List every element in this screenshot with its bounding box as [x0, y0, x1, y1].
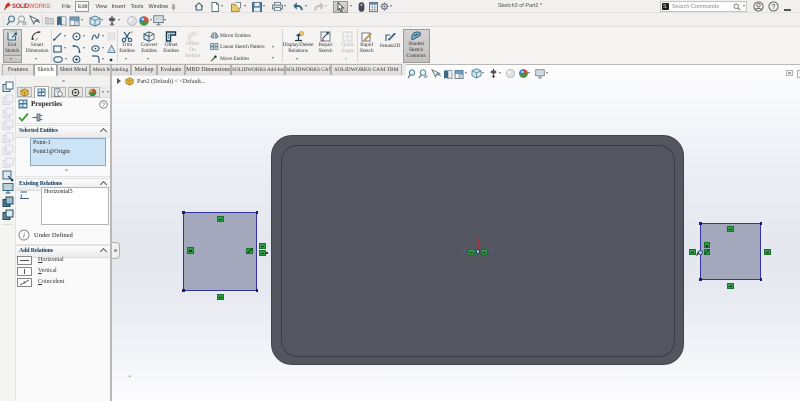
svg-text:i: i	[23, 231, 25, 240]
svg-text:?: ?	[772, 4, 776, 11]
